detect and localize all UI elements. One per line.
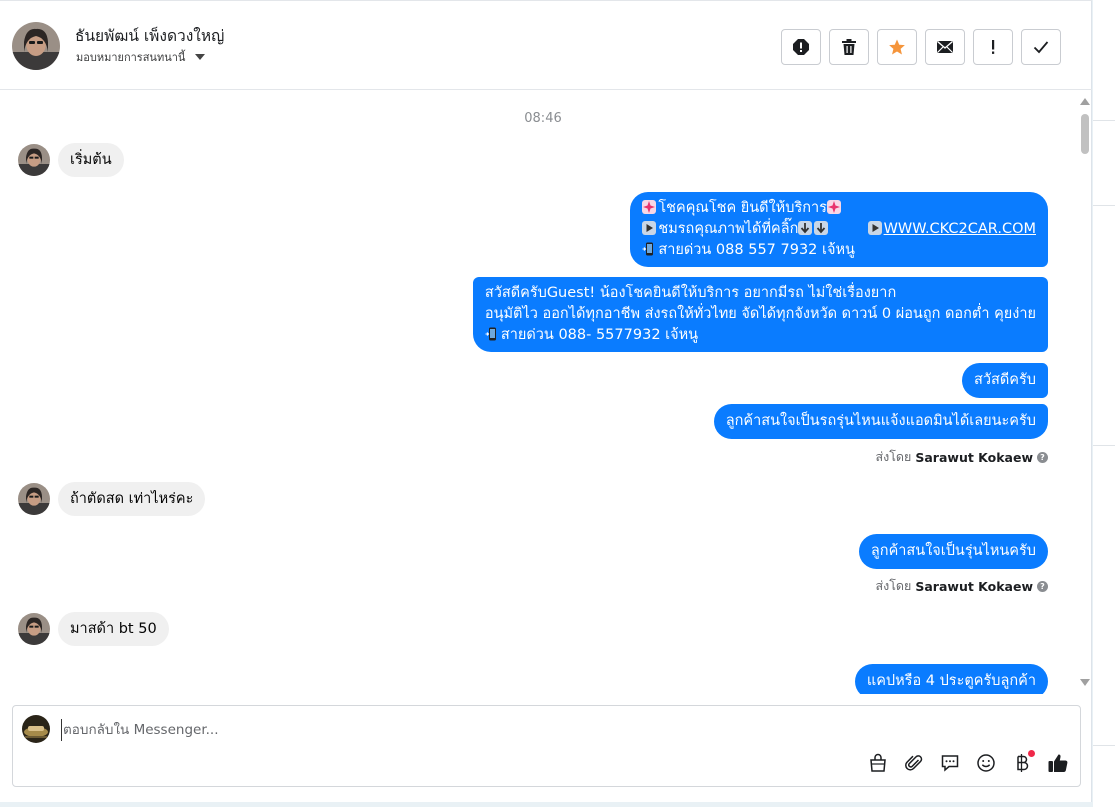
thumbs-up-icon [1048,754,1068,772]
mark-unread-button[interactable] [925,29,965,65]
divider [1093,205,1115,206]
avatar [18,144,50,176]
mobile-phone-icon [485,327,496,341]
help-icon[interactable]: ? [1037,451,1048,463]
scroll-up-icon[interactable] [1080,98,1090,105]
message-bubble[interactable]: สวัสดีครับ [962,363,1048,398]
sparkle-icon [642,200,657,214]
sent-by-label: ส่งโดย Sarawut Kokaew ? [875,576,1048,596]
chat-bubble-icon [941,755,959,772]
scroll-down-icon[interactable] [1080,679,1090,686]
reply-input[interactable] [61,719,761,741]
welcome-line-2: อนุมัติไว ออกได้ทุกอาชีพ ส่งรถให้ทั่วไทย… [484,306,1036,322]
delete-button[interactable] [829,29,869,65]
greeting-line-2: ชมรถคุณภาพได้ที่คลิ๊ก [658,221,799,237]
greeting-line-1: โชคคุณโชค ยินดีให้บริการ [658,200,827,216]
welcome-line-3: สายด่วน 088- 5577932 เจ้หนู [500,327,699,343]
incoming-message: เริ่มต้น [18,143,124,177]
sent-by-prefix: ส่งโดย [875,449,912,464]
exclamation-icon [992,40,995,54]
star-button[interactable] [877,29,917,65]
greeting-line-3: สายด่วน 088 557 7932 เจ้หนู [658,242,855,258]
shop-button[interactable] [866,751,890,775]
incoming-message: ถ้าตัดสด เท่าไหร่คะ [18,482,206,516]
play-button-icon [642,221,657,235]
message-bubble[interactable]: ลูกค้าสนใจเป็นรถรุ่นไหนแจ้งแอดมินได้เลยน… [713,404,1048,439]
star-icon [889,39,905,55]
notification-dot [1028,750,1035,757]
divider [1093,445,1115,446]
trash-icon [842,39,856,55]
time-divider: 08:46 [524,111,562,126]
assign-label: มอบหมายการสนทนานี้ [76,51,186,64]
messenger-inbox-panel: ธันยพัฒน์ เพ็งดวงใหญ่ มอบหมายการสนทนานี้ [0,0,1092,802]
side-panel-edge [1093,0,1115,807]
message-thread[interactable]: 08:46 เริ่มต้น โชคคุณโชค ยินดีให้บริการ … [0,91,1078,694]
message-bubble[interactable]: ลูกค้าสนใจเป็นรุ่นไหนครับ [858,534,1048,569]
sender-name: Sarawut Kokaew [915,449,1033,465]
down-arrow-icon [798,221,813,235]
message-composer [12,705,1081,787]
bag-icon [870,753,886,772]
page-avatar [22,715,50,743]
conversation-header: ธันยพัฒน์ เพ็งดวงใหญ่ มอบหมายการสนทนานี้ [0,0,1092,90]
play-button-icon [867,221,882,235]
mobile-phone-icon [642,242,654,256]
payment-button[interactable] [1010,750,1035,775]
welcome-line-1: สวัสดีครับGuest! น้องโชคยินดีให้บริการ อ… [484,285,897,301]
avatar [18,483,50,515]
mark-spam-icon [793,39,809,55]
down-arrow-icon [814,221,829,235]
mark-done-button[interactable] [1021,29,1061,65]
attach-button[interactable] [902,751,926,775]
sparkle-icon [826,200,841,214]
help-icon[interactable]: ? [1037,580,1048,592]
message-bubble[interactable]: เริ่มต้น [58,143,124,177]
baht-icon [1017,754,1029,772]
incoming-message: มาสด้า bt 50 [18,612,169,646]
contact-avatar[interactable] [12,22,60,70]
outgoing-message-welcome[interactable]: สวัสดีครับGuest! น้องโชคยินดีให้บริการ อ… [472,277,1048,352]
like-button[interactable] [1046,751,1070,775]
header-actions [781,29,1061,65]
sent-by-prefix: ส่งโดย [875,578,912,593]
chat-scrollbar[interactable] [1078,96,1092,692]
avatar [18,613,50,645]
smiley-icon [977,754,995,772]
emoji-button[interactable] [974,751,998,775]
message-bubble[interactable]: ถ้าตัดสด เท่าไหร่คะ [58,482,206,516]
assign-conversation[interactable]: มอบหมายการสนทนานี้ [76,48,206,66]
contact-name: ธันยพัฒน์ เพ็งดวงใหญ่ [75,27,225,45]
outgoing-message-greeting[interactable]: โชคคุณโชค ยินดีให้บริการ ชมรถคุณภาพได้ที… [630,192,1048,267]
message-bubble[interactable]: แคปหรือ 4 ประตูครับลูกค้า [854,664,1048,694]
sender-name: Sarawut Kokaew [915,578,1033,594]
message-bubble[interactable]: มาสด้า bt 50 [58,612,169,646]
website-link[interactable]: WWW.CKC2CAR.COM [884,221,1036,237]
mail-icon [937,40,953,53]
scrollbar-thumb[interactable] [1081,114,1089,154]
chevron-down-icon[interactable] [195,54,206,60]
divider [1093,745,1115,746]
mark-spam-button[interactable] [781,29,821,65]
follow-up-button[interactable] [973,29,1013,65]
paperclip-icon [905,755,923,771]
saved-replies-button[interactable] [938,751,962,775]
check-icon [1033,41,1049,54]
divider [1093,120,1115,121]
sent-by-label: ส่งโดย Sarawut Kokaew ? [875,447,1048,467]
composer-toolbar [866,750,1070,775]
